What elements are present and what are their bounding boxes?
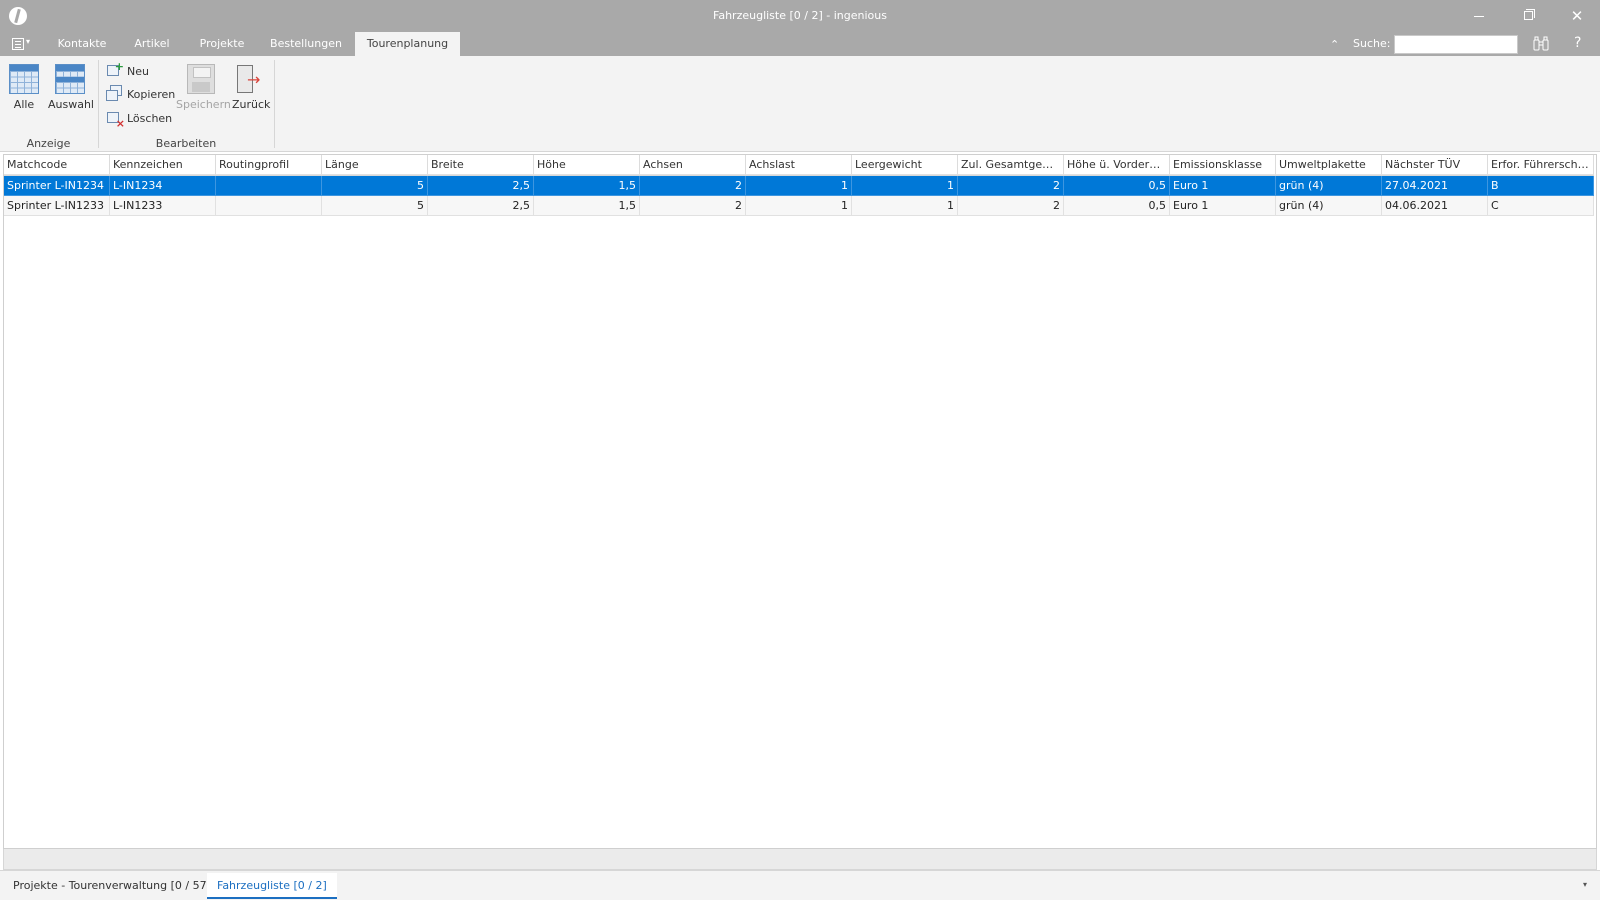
chevron-down-icon[interactable]: ▾: [1583, 880, 1587, 889]
column-header[interactable]: Achslast: [746, 155, 852, 175]
grid-footer-bar: [3, 849, 1597, 870]
table-cell[interactable]: 2: [640, 196, 746, 216]
table-cell[interactable]: Euro 1: [1170, 196, 1276, 216]
table-cell[interactable]: 04.06.2021: [1382, 196, 1488, 216]
table-cell[interactable]: 0,5: [1064, 176, 1170, 196]
kopieren-label: Kopieren: [127, 87, 176, 101]
doc-tab-fahrzeugliste[interactable]: Fahrzeugliste [0 / 2]: [207, 873, 337, 899]
table-cell[interactable]: 2,5: [428, 176, 534, 196]
table-selection-icon: [55, 64, 85, 94]
column-header[interactable]: Emissionsklasse: [1170, 155, 1276, 175]
table-cell[interactable]: 1: [746, 196, 852, 216]
group-label-anzeige: Anzeige: [26, 137, 71, 150]
speichern-label: Speichern: [176, 98, 231, 111]
column-header[interactable]: Breite: [428, 155, 534, 175]
ribbon-tab-bar: ▾ Kontakte Artikel Projekte Bestellungen…: [0, 32, 1600, 56]
tab-tourenplanung[interactable]: Tourenplanung: [355, 32, 460, 56]
tab-projekte[interactable]: Projekte: [188, 32, 256, 56]
table-cell[interactable]: [216, 196, 322, 216]
column-header[interactable]: Höhe: [534, 155, 640, 175]
column-header[interactable]: Höhe ü. Vorderach...: [1064, 155, 1170, 175]
table-cell[interactable]: [216, 176, 322, 196]
table-cell[interactable]: Sprinter L-IN1233: [4, 196, 110, 216]
table-cell[interactable]: 1: [746, 176, 852, 196]
doc-tab-tourenverwaltung[interactable]: Projekte - Tourenverwaltung [0 / 577]: [3, 873, 228, 899]
column-header[interactable]: Umweltplakette: [1276, 155, 1382, 175]
auswahl-label: Auswahl: [48, 98, 94, 111]
table-cell[interactable]: L-IN1234: [110, 176, 216, 196]
search-label: Suche:: [1353, 37, 1391, 50]
table-cell[interactable]: 2: [640, 176, 746, 196]
table-cell[interactable]: grün (4): [1276, 176, 1382, 196]
copy-record-icon: [106, 85, 122, 102]
ribbon-panel: Alle Auswahl Anzeige + Neu Kopieren × Lö…: [0, 56, 1600, 152]
kopieren-button[interactable]: Kopieren: [106, 84, 175, 104]
column-header[interactable]: Routingprofil: [216, 155, 322, 175]
table-cell[interactable]: 1,5: [534, 196, 640, 216]
search-input[interactable]: [1394, 35, 1518, 54]
table-cell[interactable]: 2,5: [428, 196, 534, 216]
column-header[interactable]: Zul. Gesamtgewicht: [958, 155, 1064, 175]
title-bar: Fahrzeugliste [0 / 2] - ingenious ✕: [0, 0, 1600, 32]
tab-bestellungen[interactable]: Bestellungen: [264, 32, 348, 56]
table-cell[interactable]: L-IN1233: [110, 196, 216, 216]
table-cell[interactable]: 27.04.2021: [1382, 176, 1488, 196]
column-header[interactable]: Achsen: [640, 155, 746, 175]
grid-header-row: Matchcode Kennzeichen Routingprofil Läng…: [4, 155, 1594, 176]
table-row[interactable]: Sprinter L-IN1234 L-IN1234 5 2,5 1,5 2 1…: [4, 176, 1594, 196]
column-header[interactable]: Kennzeichen: [110, 155, 216, 175]
table-all-icon: [9, 64, 39, 94]
table-cell[interactable]: 5: [322, 196, 428, 216]
table-cell[interactable]: grün (4): [1276, 196, 1382, 216]
table-cell[interactable]: 1,5: [534, 176, 640, 196]
close-button[interactable]: ✕: [1554, 0, 1600, 32]
group-label-bearbeiten: Bearbeiten: [155, 137, 217, 150]
column-header[interactable]: Matchcode: [4, 155, 110, 175]
neu-label: Neu: [127, 64, 149, 78]
save-icon: [187, 64, 215, 94]
add-record-icon: +: [106, 60, 124, 79]
alle-label: Alle: [13, 98, 35, 111]
collapse-ribbon-icon[interactable]: ⌃: [1330, 38, 1339, 51]
table-cell[interactable]: 0,5: [1064, 196, 1170, 216]
table-cell[interactable]: 1: [852, 196, 958, 216]
auswahl-button[interactable]: Auswahl: [48, 64, 94, 111]
help-icon[interactable]: ?: [1574, 35, 1581, 51]
exit-door-icon: →: [235, 64, 265, 94]
tab-kontakte[interactable]: Kontakte: [44, 32, 120, 56]
table-cell[interactable]: 1: [852, 176, 958, 196]
binoculars-icon[interactable]: [1532, 36, 1550, 52]
vehicle-grid[interactable]: Matchcode Kennzeichen Routingprofil Läng…: [3, 154, 1597, 849]
alle-button[interactable]: Alle: [9, 64, 39, 111]
zurueck-button[interactable]: → Zurück: [232, 64, 271, 111]
table-cell[interactable]: Euro 1: [1170, 176, 1276, 196]
table-cell[interactable]: 5: [322, 176, 428, 196]
group-divider: [98, 60, 99, 148]
delete-record-icon: ×: [106, 110, 125, 130]
speichern-button[interactable]: Speichern: [176, 64, 231, 111]
minimize-button[interactable]: [1456, 0, 1502, 32]
group-divider: [274, 60, 275, 148]
app-menu-icon[interactable]: [12, 38, 24, 50]
loeschen-label: Löschen: [127, 111, 173, 125]
zurueck-label: Zurück: [232, 98, 271, 111]
document-tab-bar: Projekte - Tourenverwaltung [0 / 577] Fa…: [0, 870, 1600, 900]
tab-artikel[interactable]: Artikel: [124, 32, 180, 56]
neu-button[interactable]: + Neu: [106, 60, 149, 81]
table-cell[interactable]: C: [1488, 196, 1594, 216]
loeschen-button[interactable]: × Löschen: [106, 108, 173, 130]
column-header[interactable]: Leergewicht: [852, 155, 958, 175]
table-row[interactable]: Sprinter L-IN1233 L-IN1233 5 2,5 1,5 2 1…: [4, 196, 1594, 216]
column-header[interactable]: Länge: [322, 155, 428, 175]
table-cell[interactable]: Sprinter L-IN1234: [4, 176, 110, 196]
table-cell[interactable]: 2: [958, 196, 1064, 216]
table-cell[interactable]: 2: [958, 176, 1064, 196]
column-header[interactable]: Erfor. Führerschein...: [1488, 155, 1594, 175]
window-title: Fahrzeugliste [0 / 2] - ingenious: [713, 9, 887, 22]
table-cell[interactable]: B: [1488, 176, 1594, 196]
chevron-down-icon[interactable]: ▾: [26, 37, 30, 46]
restore-button[interactable]: [1505, 0, 1551, 32]
column-header[interactable]: Nächster TÜV: [1382, 155, 1488, 175]
